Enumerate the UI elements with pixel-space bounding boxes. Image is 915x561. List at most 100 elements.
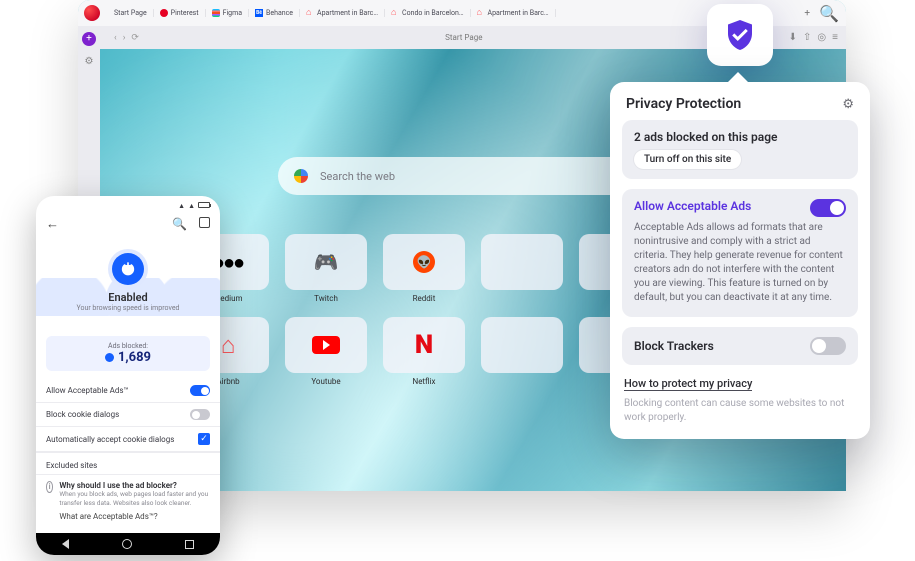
blocked-count-heading: 2 ads blocked on this page bbox=[634, 130, 846, 144]
nav-home-icon[interactable] bbox=[122, 539, 132, 549]
speeddial-tile[interactable] bbox=[481, 234, 563, 303]
speeddial-youtube[interactable]: Youtube bbox=[285, 317, 367, 386]
behance-icon: Bē bbox=[255, 9, 263, 17]
row-label: Allow Acceptable Ads™ bbox=[46, 386, 129, 395]
stat-value: 1,689 bbox=[118, 350, 151, 365]
privacy-popover: Privacy Protection ⚙ 2 ads blocked on th… bbox=[610, 82, 870, 439]
tab-label: Start Page bbox=[114, 9, 147, 17]
speeddial-reddit[interactable]: 👽Reddit bbox=[383, 234, 465, 303]
speeddial-netflix[interactable]: NNetflix bbox=[383, 317, 465, 386]
nav-recent-icon[interactable] bbox=[185, 540, 194, 549]
airbnb-icon: ⌂ bbox=[477, 9, 485, 17]
tab-airbnb-1[interactable]: ⌂Apartment in Barc… bbox=[300, 9, 385, 17]
sidebar-settings-icon[interactable]: ⚙ bbox=[85, 56, 94, 67]
new-tab-button[interactable]: + bbox=[796, 8, 818, 19]
android-navbar bbox=[36, 533, 220, 555]
acceptable-ads-card: Allow Acceptable Ads Acceptable Ads allo… bbox=[622, 189, 858, 317]
nav-forward-icon[interactable]: › bbox=[123, 33, 126, 43]
sidebar-add-button[interactable]: + bbox=[82, 32, 96, 46]
opera-logo bbox=[84, 5, 100, 21]
share-icon[interactable]: ⇧ bbox=[803, 32, 811, 43]
tab-figma[interactable]: Figma bbox=[206, 9, 249, 17]
settings-icon[interactable]: ⚙ bbox=[842, 97, 854, 112]
nav-back-icon[interactable]: ‹ bbox=[114, 33, 117, 43]
speeddial-tile[interactable] bbox=[481, 317, 563, 386]
back-icon[interactable]: ← bbox=[46, 216, 59, 232]
info-question: Why should I use the ad blocker? bbox=[59, 481, 210, 490]
block-trackers-card: Block Trackers bbox=[622, 327, 858, 365]
stat-dot-icon bbox=[105, 353, 114, 362]
adblock-hero: Enabled Your browsing speed is improved bbox=[36, 234, 220, 330]
pinterest-icon bbox=[160, 9, 168, 17]
privacy-shield-button[interactable] bbox=[707, 4, 773, 66]
youtube-icon bbox=[312, 336, 340, 354]
nav-reload-icon[interactable]: ⟳ bbox=[131, 33, 139, 43]
acceptable-ads-toggle[interactable] bbox=[810, 199, 846, 217]
tab-label: Pinterest bbox=[171, 9, 199, 17]
tab-label: Figma bbox=[223, 9, 242, 17]
auto-accept-checkbox[interactable]: ✓ bbox=[198, 433, 210, 445]
blocked-ads-card: 2 ads blocked on this page Turn off on t… bbox=[622, 120, 858, 179]
google-icon bbox=[294, 169, 308, 183]
tab-behance[interactable]: BēBehance bbox=[249, 9, 300, 17]
addressbar-title[interactable]: Start Page bbox=[147, 33, 781, 42]
twitch-icon: 🎮 bbox=[314, 250, 339, 274]
tab-airbnb-2[interactable]: ⌂Condo in Barcelon… bbox=[385, 9, 471, 17]
phone-toolbar: ← 🔍 bbox=[36, 214, 220, 234]
speeddial-twitch[interactable]: 🎮Twitch bbox=[285, 234, 367, 303]
privacy-help-link[interactable]: How to protect my privacy bbox=[624, 377, 752, 391]
adblock-power-button[interactable] bbox=[112, 253, 144, 285]
tab-label: Apartment in Barc… bbox=[317, 9, 378, 17]
popover-footnote: Blocking content can cause some websites… bbox=[622, 397, 858, 425]
row-acceptable-ads: Allow Acceptable Ads™ bbox=[36, 379, 220, 403]
download-icon[interactable]: ⬇ bbox=[789, 32, 797, 43]
info-icon: i bbox=[46, 481, 53, 493]
signal-icon bbox=[178, 201, 185, 210]
row-label: Block cookie dialogs bbox=[46, 410, 119, 419]
tab-label: Condo in Barcelon… bbox=[402, 9, 464, 17]
adblock-subtitle: Your browsing speed is improved bbox=[76, 304, 179, 312]
tab-pinterest[interactable]: Pinterest bbox=[154, 9, 206, 17]
shield-check-icon bbox=[722, 17, 758, 53]
turn-off-site-button[interactable]: Turn off on this site bbox=[634, 150, 741, 169]
row-label: Automatically accept cookie dialogs bbox=[46, 435, 174, 444]
airbnb-icon: ⌂ bbox=[391, 9, 399, 17]
reddit-icon: 👽 bbox=[413, 251, 435, 273]
phone-statusbar bbox=[36, 196, 220, 214]
acceptable-ads-toggle[interactable] bbox=[190, 385, 210, 396]
stat-label: Ads blocked: bbox=[52, 342, 204, 350]
phone-mockup: ← 🔍 Enabled Your browsing speed is impro… bbox=[36, 196, 220, 555]
figma-icon bbox=[212, 9, 220, 17]
search-placeholder: Search the web bbox=[320, 170, 395, 183]
info-block: i Why should I use the ad blocker? When … bbox=[36, 474, 220, 527]
easysetup-icon[interactable]: ≡ bbox=[832, 32, 838, 43]
ads-blocked-stat: Ads blocked: 1,689 bbox=[46, 336, 210, 371]
tab-airbnb-3[interactable]: ⌂Apartment in Barc… bbox=[471, 9, 556, 17]
acceptable-ads-description: Acceptable Ads allows ad formats that ar… bbox=[634, 221, 846, 305]
tab-label: Behance bbox=[266, 9, 293, 17]
tab-startpage[interactable]: Start Page bbox=[108, 9, 154, 17]
adblock-status-label: Enabled bbox=[108, 291, 147, 304]
tab-label: Apartment in Barc… bbox=[488, 9, 549, 17]
block-cookie-toggle[interactable] bbox=[190, 409, 210, 420]
popover-title: Privacy Protection bbox=[626, 96, 741, 112]
tabsearch-icon[interactable]: 🔍 bbox=[818, 4, 840, 23]
wifi-icon bbox=[188, 201, 195, 210]
search-icon[interactable]: 🔍 bbox=[172, 217, 187, 231]
power-icon bbox=[120, 261, 136, 277]
nav-back-icon[interactable] bbox=[62, 539, 69, 549]
snapshot-icon[interactable]: ◎ bbox=[817, 32, 826, 43]
info-question-2: What are Acceptable Ads™? bbox=[59, 512, 210, 521]
block-trackers-toggle[interactable] bbox=[810, 337, 846, 355]
excluded-sites-section[interactable]: Excluded sites bbox=[36, 452, 220, 474]
airbnb-icon: ⌂ bbox=[221, 331, 236, 360]
info-description: When you block ads, web pages load faste… bbox=[59, 490, 210, 508]
stop-icon[interactable] bbox=[199, 217, 210, 228]
netflix-icon: N bbox=[415, 330, 433, 360]
battery-icon bbox=[198, 202, 210, 208]
row-auto-accept: Automatically accept cookie dialogs ✓ bbox=[36, 427, 220, 452]
block-trackers-label: Block Trackers bbox=[634, 339, 714, 353]
row-block-cookie: Block cookie dialogs bbox=[36, 403, 220, 427]
acceptable-ads-title: Allow Acceptable Ads bbox=[634, 199, 751, 213]
airbnb-icon: ⌂ bbox=[306, 9, 314, 17]
